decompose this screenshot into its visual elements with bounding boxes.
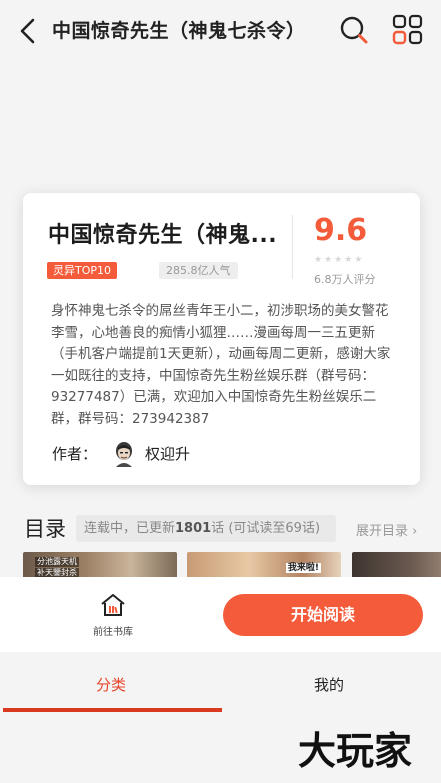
expand-toc-button[interactable]: 展开目录 › [356, 520, 417, 539]
chapter-thumbnail[interactable]: 我来啦! [187, 552, 341, 580]
tab-mine[interactable]: 我的 [314, 674, 344, 695]
search-icon[interactable] [338, 14, 370, 46]
comic-description: 身怀神鬼七杀令的屌丝青年王小二，初涉职场的美女警花李雪，心地善良的痴情小狐狸……… [51, 303, 391, 427]
rank-badge: 灵异TOP10 [47, 262, 118, 279]
thumbnail-caption: 我来啦! [285, 563, 321, 573]
chapter-thumbnails: 分池露天机 补天鑒封杀 我来啦! [23, 552, 441, 580]
author-name[interactable]: 权迎升 [145, 443, 190, 464]
bookshelf-icon [101, 594, 125, 616]
tab-category[interactable]: 分类 [96, 674, 126, 695]
chevron-left-icon[interactable] [14, 16, 42, 46]
toc-status-prefix: 连载中，已更新 [84, 521, 176, 536]
apps-grid-icon[interactable] [392, 14, 424, 46]
toc-status-suffix: 话 (可试读至69话) [211, 521, 321, 536]
comic-info-card: 中国惊奇先生（神鬼... 灵异TOP10 285.8亿人气 9.6 ★ ★ ★ … [23, 193, 420, 485]
chapter-thumbnail[interactable]: 分池露天机 补天鑒封杀 [23, 552, 177, 580]
watermark-text: 大玩家 [298, 729, 412, 773]
page-title: 中国惊奇先生（神鬼七杀令） [52, 20, 306, 42]
author-avatar[interactable] [113, 441, 135, 467]
chapter-thumbnail[interactable] [352, 552, 441, 580]
star-icon: ★ [334, 255, 343, 265]
thumbnail-caption: 分池露天机 [35, 557, 79, 567]
go-to-library-button[interactable]: 前往书库 [88, 593, 138, 643]
library-label: 前往书库 [93, 627, 133, 638]
divider [292, 215, 293, 279]
popularity-badge: 285.8亿人气 [159, 262, 238, 279]
rating-count: 6.8万人评分 [314, 273, 376, 286]
star-icon: ★ [314, 255, 323, 265]
active-tab-indicator [3, 708, 222, 712]
toc-heading: 目录 [24, 517, 66, 541]
star-icon: ★ [324, 255, 333, 265]
rating-score: 9.6 [314, 213, 368, 248]
star-icon: ★ [354, 255, 363, 265]
top-bar: 中国惊奇先生（神鬼七杀令） [0, 0, 441, 62]
toc-chapter-count: 1801 [175, 521, 212, 536]
watermark-logo: 大玩家 [298, 729, 412, 773]
star-rating: ★ ★ ★ ★ ★ [314, 255, 362, 265]
toc-status: 连载中，已更新1801话 (可试读至69话) [76, 515, 336, 542]
star-icon: ★ [344, 255, 353, 265]
start-reading-button[interactable]: 开始阅读 [223, 594, 423, 636]
comic-title: 中国惊奇先生（神鬼... [48, 223, 278, 248]
author-label: 作者： [52, 445, 98, 463]
tab-bar: 分类 我的 [0, 652, 441, 714]
